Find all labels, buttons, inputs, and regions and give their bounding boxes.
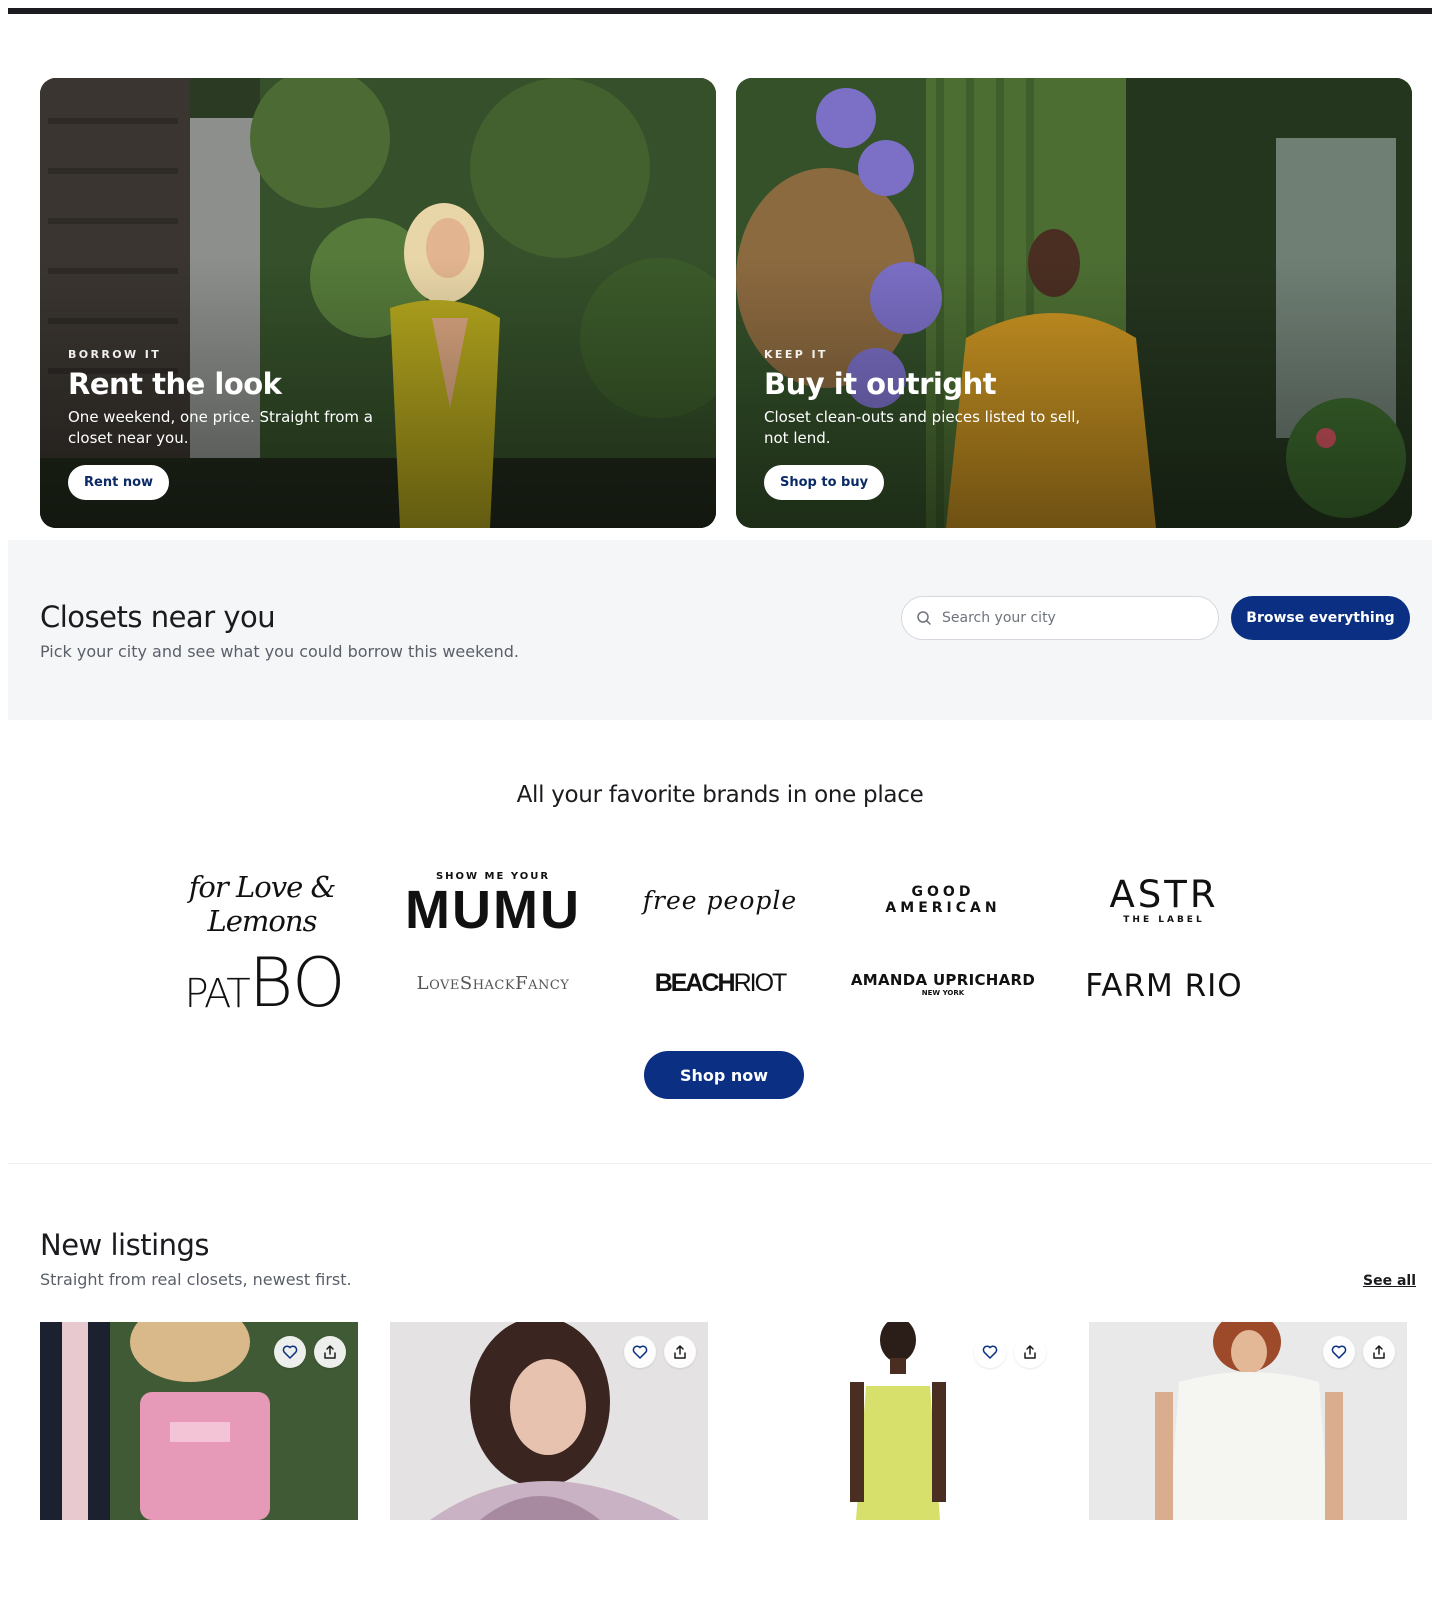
share-button[interactable] — [1014, 1336, 1046, 1368]
share-button[interactable] — [314, 1336, 346, 1368]
hero-copy: BORROW IT Rent the look One weekend, one… — [68, 348, 408, 500]
brand-logo-good-american[interactable]: GOOD AMERICAN — [852, 884, 1034, 916]
hero-title: Buy it outright — [764, 367, 997, 401]
patbo-pat-text: PAT — [184, 971, 250, 1017]
heart-icon — [982, 1345, 998, 1359]
listing-photo — [390, 1322, 708, 1520]
shop-now-button[interactable]: Shop now — [644, 1051, 804, 1099]
brands-heading: All your favorite brands in one place — [516, 782, 924, 808]
rent-now-button[interactable]: Rent now — [68, 465, 170, 500]
heart-icon — [632, 1345, 648, 1359]
favorite-button[interactable] — [1323, 1336, 1355, 1368]
share-icon — [674, 1345, 686, 1359]
favorite-button[interactable] — [274, 1336, 306, 1368]
hero-subtitle: One weekend, one price. Straight from a … — [68, 408, 374, 447]
listing-photo — [1089, 1322, 1407, 1520]
hero-copy: KEEP IT Buy it outright Closet clean-out… — [764, 348, 1104, 500]
beach-text: BEACH — [654, 968, 736, 997]
closets-title: Closets near you — [40, 600, 276, 634]
city-search[interactable] — [901, 596, 1219, 640]
hero-card-rent[interactable]: BORROW IT Rent the look One weekend, one… — [40, 78, 716, 528]
brand-logo-free-people[interactable]: free people — [640, 880, 800, 920]
favorite-button[interactable] — [624, 1336, 656, 1368]
listing-photo — [740, 1322, 1058, 1520]
brand-logo-for-love-lemons[interactable]: for Love & Lemons — [172, 870, 352, 938]
share-icon — [324, 1345, 336, 1359]
top-rule — [8, 8, 1432, 14]
patbo-bo-text: BO — [248, 944, 346, 1023]
section-divider — [8, 1163, 1432, 1164]
listing-card[interactable] — [390, 1322, 708, 1520]
favorite-button[interactable] — [974, 1336, 1006, 1368]
listing-card[interactable] — [40, 1322, 358, 1520]
listing-photo — [40, 1322, 358, 1520]
brand-logo-mumu[interactable]: SHOW ME YOUR MUMU — [400, 866, 586, 942]
hero-eyebrow: BORROW IT — [68, 348, 162, 361]
brand-logo-patbo[interactable]: PAT BO — [180, 950, 350, 1018]
city-search-input[interactable] — [942, 607, 1202, 629]
share-icon — [1373, 1345, 1385, 1359]
riot-text: RIOT — [733, 968, 788, 997]
hero-subtitle: Closet clean-outs and pieces listed to s… — [764, 408, 1081, 447]
amanda-main-text: AMANDA UPRICHARD — [850, 971, 1036, 989]
amanda-sub-text: NEW YORK — [921, 989, 965, 997]
brand-logo-astr[interactable]: ASTR THE LABEL — [1096, 870, 1232, 930]
brand-logo-beach-riot[interactable]: BEACH RIOT — [650, 966, 790, 1000]
listing-card[interactable] — [1089, 1322, 1407, 1520]
share-button[interactable] — [664, 1336, 696, 1368]
mumu-main-text: MUMU — [405, 879, 581, 940]
share-button[interactable] — [1363, 1336, 1395, 1368]
hero-title: Rent the look — [68, 367, 282, 401]
listings-title: New listings — [40, 1228, 210, 1262]
closets-subtitle: Pick your city and see what you could bo… — [40, 642, 520, 661]
heart-icon — [1331, 1345, 1347, 1359]
closets-section: Closets near you Pick your city and see … — [8, 540, 1432, 720]
astr-sub-text: THE LABEL — [1123, 915, 1205, 925]
listing-card[interactable] — [740, 1322, 1058, 1520]
hero-card-buy[interactable]: KEEP IT Buy it outright Closet clean-out… — [736, 78, 1412, 528]
search-icon — [917, 611, 931, 625]
brand-logo-loveshackfancy[interactable]: LoveShackFancy — [400, 968, 586, 998]
share-icon — [1024, 1345, 1036, 1359]
shop-to-buy-button[interactable]: Shop to buy — [764, 465, 885, 500]
see-all-link[interactable]: See all — [1363, 1273, 1416, 1289]
listings-subtitle: Straight from real closets, newest first… — [40, 1270, 352, 1289]
browse-everything-button[interactable]: Browse everything — [1231, 596, 1410, 640]
astr-main-text: ASTR — [1109, 873, 1219, 916]
brand-logo-farm-rio[interactable]: FARM RIO — [1075, 966, 1253, 1006]
brand-logo-amanda-uprichard[interactable]: AMANDA UPRICHARD NEW YORK — [850, 966, 1036, 1002]
heart-icon — [282, 1345, 298, 1359]
hero-eyebrow: KEEP IT — [764, 348, 828, 361]
